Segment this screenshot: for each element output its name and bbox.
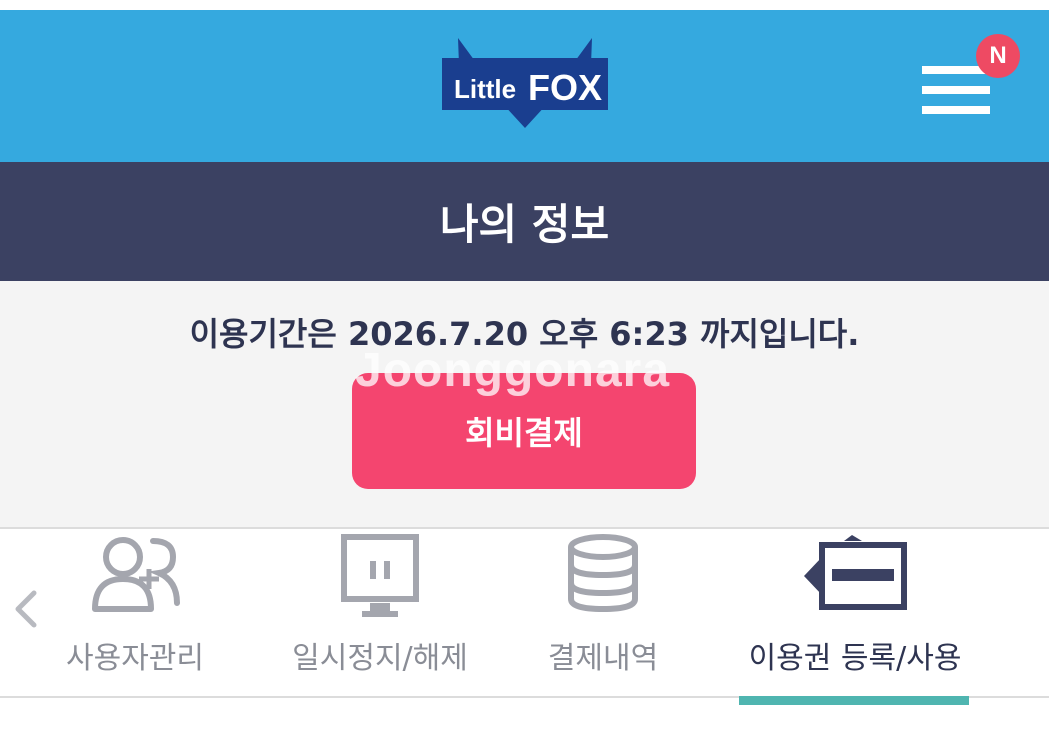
- menu-bar: [922, 86, 990, 94]
- page-title: 나의 정보: [0, 162, 1049, 281]
- membership-info-panel: 이용기간은 2026.7.20 오후 6:23 까지입니다. 회비결제 Joon…: [0, 281, 1049, 527]
- menu-bar: [922, 106, 990, 114]
- little-fox-logo[interactable]: Little FOX: [440, 30, 610, 130]
- database-icon: [566, 533, 640, 617]
- tab-voucher-register-use[interactable]: 이용권 등록/사용: [740, 529, 970, 696]
- tab-pause-resume[interactable]: 일시정지/해제: [280, 529, 480, 696]
- ticket-card-icon: [802, 535, 908, 619]
- pay-fee-button[interactable]: 회비결제: [352, 373, 696, 489]
- top-strip: [0, 0, 1049, 10]
- svg-text:Little: Little: [454, 74, 516, 104]
- pay-fee-button-label: 회비결제: [465, 414, 583, 452]
- tab-label: 이용권 등록/사용: [748, 641, 962, 676]
- page-title-text: 나의 정보: [439, 200, 610, 249]
- account-tab-bar: 사용자관리 일시정지/해제 결제내역 이용권 등록/사용: [0, 529, 1049, 696]
- chevron-left-icon[interactable]: [10, 587, 42, 631]
- tab-label: 사용자관리: [66, 641, 204, 676]
- active-tab-indicator: [739, 696, 969, 705]
- pause-monitor-icon: [340, 533, 420, 623]
- tab-user-management[interactable]: 사용자관리: [55, 529, 215, 696]
- notification-badge[interactable]: N: [976, 34, 1020, 78]
- app-header: Little FOX: [0, 10, 1049, 162]
- tab-label: 일시정지/해제: [292, 641, 468, 676]
- membership-period-text: 이용기간은 2026.7.20 오후 6:23 까지입니다.: [189, 315, 860, 353]
- add-user-icon: [89, 533, 183, 623]
- tab-label: 결제내역: [547, 641, 659, 676]
- tab-payment-history[interactable]: 결제내역: [528, 529, 678, 696]
- svg-text:FOX: FOX: [528, 67, 602, 108]
